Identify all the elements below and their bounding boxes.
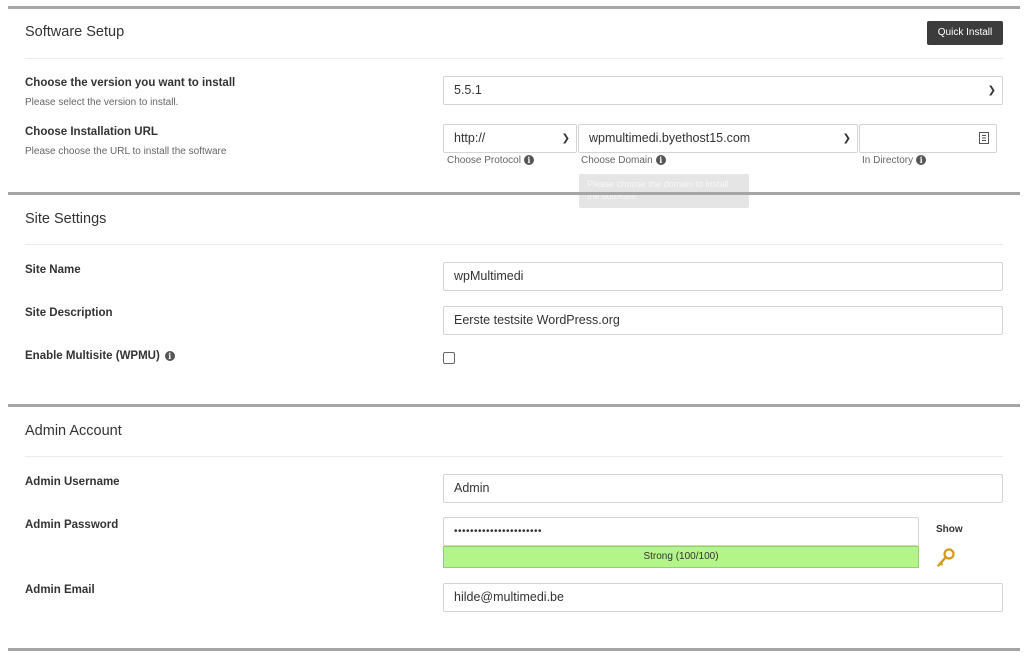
site-settings-divider (25, 244, 1003, 245)
version-value: 5.5.1 (454, 83, 482, 97)
domain-tooltip: Please choose the domain to install the … (579, 174, 749, 208)
url-help: Please choose the URL to install the sof… (25, 146, 227, 157)
site-name-input[interactable]: wpMultimedi (443, 262, 1003, 291)
multisite-checkbox[interactable] (443, 352, 455, 364)
software-setup-title: Software Setup (25, 24, 125, 40)
info-icon[interactable]: i (655, 155, 666, 166)
admin-username-label: Admin Username (25, 476, 120, 488)
protocol-hint: Choose Protocol i (447, 155, 534, 166)
protocol-value: http:// (454, 131, 486, 145)
key-icon[interactable] (936, 548, 956, 568)
url-label: Choose Installation URL (25, 126, 158, 138)
domain-select[interactable]: wpmultimedi.byethost15.com ❯ (578, 124, 858, 153)
domain-hint: Choose Domain i (581, 155, 666, 166)
info-icon[interactable]: i (164, 350, 175, 361)
site-description-label: Site Description (25, 307, 113, 319)
directory-hint: In Directory i (862, 155, 927, 166)
version-label: Choose the version you want to install (25, 77, 236, 89)
version-select[interactable]: 5.5.1 ❯ (443, 76, 1003, 105)
admin-password-label: Admin Password (25, 519, 119, 531)
quick-install-button[interactable]: Quick Install (927, 21, 1003, 45)
info-icon[interactable]: i (916, 155, 927, 166)
version-help: Please select the version to install. (25, 97, 179, 108)
list-icon (979, 132, 989, 144)
site-name-label: Site Name (25, 264, 81, 276)
admin-username-input[interactable]: Admin (443, 474, 1003, 503)
admin-password-input[interactable]: •••••••••••••••••••••• (443, 517, 919, 546)
admin-account-border (8, 404, 1020, 407)
site-description-input[interactable]: Eerste testsite WordPress.org (443, 306, 1003, 335)
admin-account-title: Admin Account (25, 423, 122, 439)
directory-input[interactable] (859, 124, 997, 153)
password-strength-bar: Strong (100/100) (443, 546, 919, 568)
admin-email-label: Admin Email (25, 584, 95, 596)
protocol-select[interactable]: http:// ❯ (443, 124, 577, 153)
bottom-border (8, 648, 1020, 651)
chevron-down-icon: ❯ (987, 85, 996, 96)
software-setup-divider (25, 58, 1003, 59)
chevron-down-icon: ❯ (561, 133, 570, 144)
chevron-down-icon: ❯ (842, 133, 851, 144)
site-settings-border (8, 192, 1020, 195)
admin-email-input[interactable]: hilde@multimedi.be (443, 583, 1003, 612)
site-settings-title: Site Settings (25, 211, 107, 227)
show-password-button[interactable]: Show (936, 524, 963, 535)
multisite-label: Enable Multisite (WPMU) i (25, 350, 175, 362)
section-top-border (8, 6, 1020, 9)
domain-value: wpmultimedi.byethost15.com (589, 131, 751, 145)
info-icon[interactable]: i (523, 155, 534, 166)
admin-account-divider (25, 456, 1003, 457)
